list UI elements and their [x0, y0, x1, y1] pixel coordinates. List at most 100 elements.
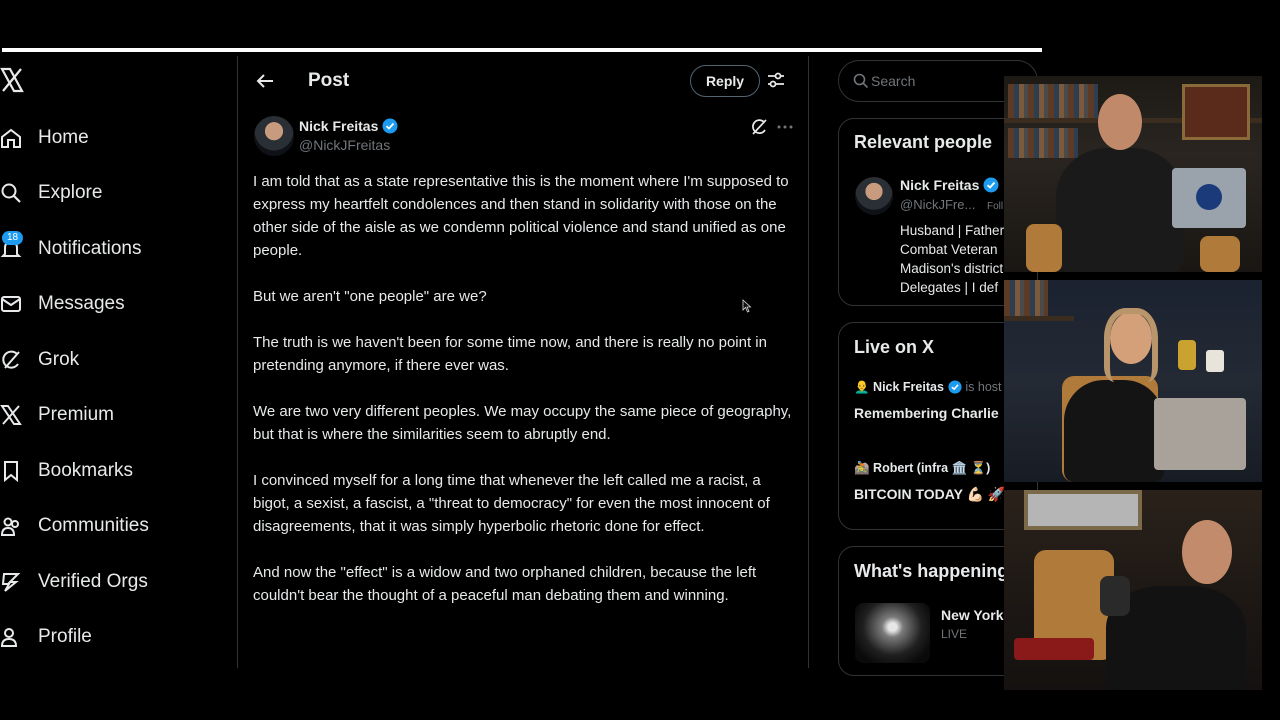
webcam-feed-guest [1004, 490, 1262, 690]
sidebar-item-messages[interactable]: Messages [0, 277, 236, 333]
host-suffix: is host [965, 380, 1002, 394]
laptop-sticker [1196, 184, 1222, 210]
panel-title: What's happening [854, 561, 1009, 581]
live-space-title[interactable]: Remembering Charlie [854, 405, 999, 421]
lightning-icon [1, 572, 21, 592]
mug [1206, 350, 1224, 372]
x-logo-icon[interactable] [0, 66, 24, 96]
sidebar-item-label: Profile [38, 626, 92, 648]
post-column: Post Reply Nick Freitas @NickJFreitas I … [238, 56, 808, 668]
bookmark-icon [4, 460, 18, 482]
sidebar-item-label: Verified Orgs [38, 570, 148, 592]
more-options-icon[interactable] [776, 118, 794, 136]
author-name-text: Nick Freitas [299, 118, 379, 134]
sidebar-item-label: Grok [38, 348, 80, 370]
bookshelf [1008, 84, 1098, 118]
follow-button[interactable]: Foll [987, 201, 1003, 212]
trend-thumbnail[interactable] [855, 603, 930, 663]
sidebar-item-premium[interactable]: Premium [0, 388, 236, 444]
post-paragraph: I am told that as a state representative… [253, 173, 789, 259]
column-divider [808, 56, 809, 668]
people-icon [0, 517, 19, 537]
notification-count-badge: 18 [2, 231, 24, 245]
trend-title[interactable]: New York [941, 607, 1004, 623]
webcam-feed-cohost [1004, 280, 1262, 482]
back-arrow-icon[interactable] [254, 70, 276, 92]
sidebar-item-label: Messages [38, 293, 125, 315]
sidebar-item-communities[interactable]: Communities [0, 499, 236, 555]
sidebar-item-bookmarks[interactable]: Bookmarks [0, 443, 236, 499]
red-device [1014, 638, 1094, 660]
sidebar-item-notifications[interactable]: 18 Notifications [0, 221, 236, 277]
sidebar-item-label: Notifications [38, 237, 142, 259]
sidebar-item-explore[interactable]: Explore [0, 166, 236, 222]
framed-picture [1182, 84, 1250, 140]
bookshelf [1004, 280, 1048, 316]
sidebar-item-label: Home [38, 126, 89, 148]
host-avatar-icon: 🚵 [854, 461, 874, 475]
sidebar-item-label: Explore [38, 182, 103, 204]
progress-line [2, 48, 1042, 52]
person-torso [1064, 380, 1164, 482]
sidebar-item-verified-orgs[interactable]: Verified Orgs [0, 554, 236, 610]
bookshelf [1008, 128, 1078, 158]
page-title: Post [308, 70, 350, 91]
sidebar-item-grok[interactable]: Grok [0, 332, 236, 388]
hair [1104, 308, 1158, 382]
framed-picture [1024, 490, 1142, 530]
search-placeholder: Search [871, 73, 916, 89]
live-status: LIVE [941, 627, 968, 641]
author-handle[interactable]: @NickJFreitas [299, 137, 390, 153]
home-icon [1, 128, 21, 148]
chair-arm [1026, 224, 1062, 272]
envelope-icon [1, 296, 21, 313]
person-icon [0, 628, 18, 648]
post-paragraph: The truth is we haven't been for some ti… [253, 334, 767, 374]
post-paragraph: I convinced myself for a long time that … [253, 472, 770, 535]
grok-icon [2, 350, 20, 369]
host-name: Nick Freitas [873, 380, 944, 394]
x-logo-icon [0, 405, 22, 426]
person-torso [1056, 148, 1184, 272]
sidebar-item-label: Bookmarks [38, 459, 134, 481]
person-name[interactable]: Nick Freitas [900, 177, 999, 193]
host-name: Robert (infra 🏛️ ⏳) [873, 461, 991, 475]
sidebar-item-label: Communities [38, 515, 149, 537]
post-paragraph: We are two very different peoples. We ma… [253, 403, 792, 443]
mouse-cursor-icon [742, 299, 752, 313]
webcam-feed-host [1004, 76, 1262, 272]
post-paragraph: And now the "effect" is a widow and two … [253, 564, 757, 604]
shelf [1004, 316, 1074, 321]
verified-badge-icon [382, 118, 398, 134]
chair-arm [1200, 236, 1240, 272]
webcam-overlay [1004, 76, 1262, 690]
author-avatar[interactable] [254, 116, 294, 156]
live-space-title[interactable]: BITCOIN TODAY 💪🏻 🚀 [854, 486, 1005, 503]
post-text: I am told that as a state representative… [253, 170, 798, 630]
verified-badge-icon [983, 177, 999, 193]
person-handle[interactable]: @NickJFre... [900, 197, 975, 212]
person-head [1098, 94, 1142, 150]
microphone [1100, 576, 1130, 616]
grok-icon[interactable] [750, 118, 768, 136]
host-avatar-icon: 👨‍🦲 [854, 380, 874, 394]
person-name-text: Nick Freitas [900, 177, 980, 193]
sliders-icon[interactable] [766, 70, 786, 90]
avatar[interactable] [855, 177, 893, 215]
reply-button[interactable]: Reply [690, 65, 760, 97]
person-head [1182, 520, 1232, 584]
verified-badge-icon [948, 380, 962, 394]
panel-title: Live on X [854, 337, 935, 357]
sidebar-item-home[interactable]: Home [0, 110, 236, 166]
search-icon [853, 73, 869, 89]
live-host[interactable]: 👨‍🦲 Nick Freitas is host [854, 380, 1002, 395]
author-name[interactable]: Nick Freitas [299, 118, 398, 134]
laptop [1154, 398, 1246, 470]
search-icon [1, 183, 21, 204]
sidebar-item-label: Premium [38, 404, 115, 426]
sidebar-nav: Home Explore 18 Notifications Messages G… [0, 110, 236, 665]
sidebar-item-profile[interactable]: Profile [0, 610, 236, 666]
live-host[interactable]: 🚵 Robert (infra 🏛️ ⏳) [854, 461, 990, 476]
post-paragraph: But we aren't "one people" are we? [253, 288, 487, 305]
panel-title: Relevant people [854, 132, 993, 152]
